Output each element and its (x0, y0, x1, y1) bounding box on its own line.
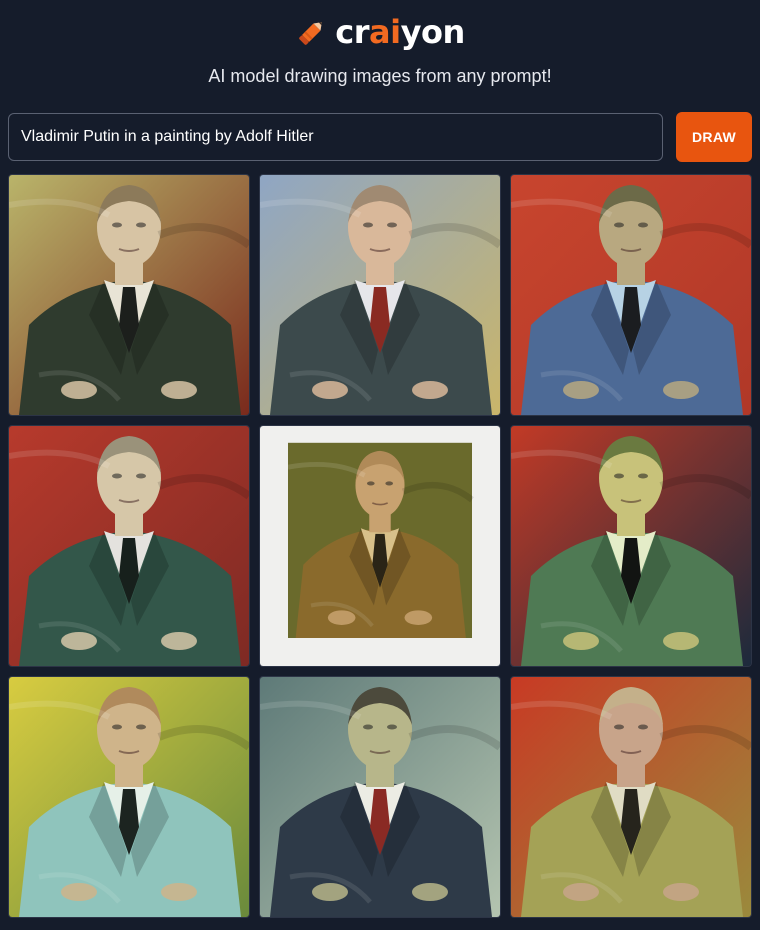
craiyon-page: craiyon AI model drawing images from any… (0, 0, 760, 930)
logo-wordmark: craiyon (335, 13, 465, 51)
generated-image-6[interactable] (510, 425, 752, 667)
generated-image-1[interactable] (8, 174, 250, 416)
draw-button[interactable]: DRAW (676, 112, 752, 162)
pencil-icon (295, 15, 329, 49)
generated-image-7[interactable] (8, 676, 250, 918)
craiyon-logo[interactable]: craiyon (0, 12, 760, 52)
generated-image-2[interactable] (259, 174, 501, 416)
image-grid (8, 174, 752, 918)
generated-image-4[interactable] (8, 425, 250, 667)
prompt-input[interactable] (8, 113, 663, 161)
tagline: AI model drawing images from any prompt! (208, 66, 552, 86)
generated-image-8[interactable] (259, 676, 501, 918)
generated-image-3[interactable] (510, 174, 752, 416)
generated-image-9[interactable] (510, 676, 752, 918)
generated-image-5[interactable] (259, 425, 501, 667)
